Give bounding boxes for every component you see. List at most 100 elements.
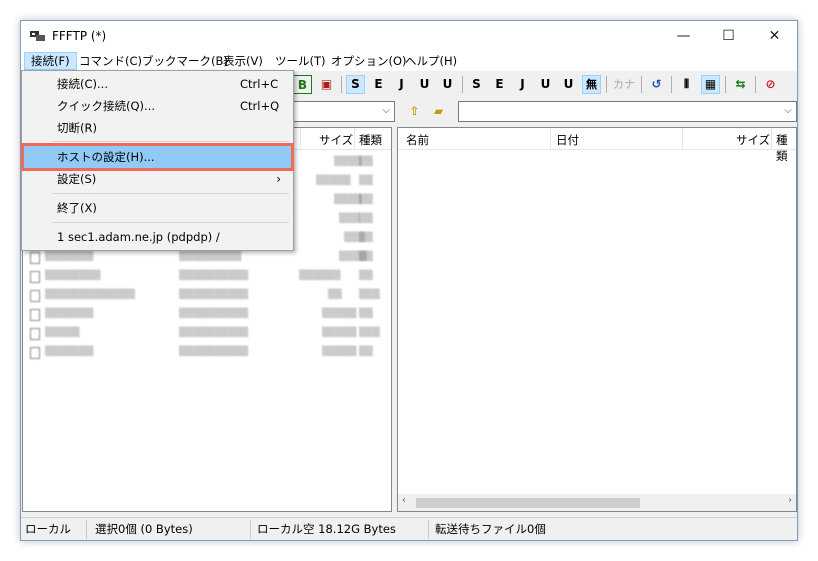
- menu-separator: [52, 141, 289, 142]
- file-icon: [30, 347, 40, 359]
- minimize-icon: —: [676, 28, 691, 44]
- status-bar: ローカル 選択0個 (0 Bytes) ローカル空 18.12G Bytes 転…: [21, 517, 797, 540]
- toolbar-separator: [606, 76, 607, 93]
- remote-jis-icon[interactable]: J: [513, 75, 532, 94]
- no-conversion-icon[interactable]: 無: [582, 75, 601, 94]
- remote-horizontal-scrollbar[interactable]: ‹ ›: [398, 494, 796, 511]
- menu-item-connect[interactable]: 接続(C)... Ctrl+C: [24, 73, 291, 95]
- remote-col-date[interactable]: 日付: [556, 132, 579, 148]
- column-divider: [354, 128, 355, 150]
- remote-utf8-bom-icon[interactable]: U: [559, 75, 578, 94]
- menu-item-recent-host[interactable]: 1 sec1.adam.ne.jp (pdpdp) /: [24, 226, 291, 248]
- detail-view-icon[interactable]: ▦: [701, 75, 720, 94]
- menu-item-settings[interactable]: 設定(S) ›: [24, 168, 291, 190]
- column-divider: [771, 128, 772, 150]
- menu-item-label: 終了(X): [57, 201, 97, 215]
- window-title: FFFTP (*): [52, 29, 107, 43]
- file-icon: [30, 271, 40, 283]
- utf8-bom-icon[interactable]: U: [438, 75, 457, 94]
- column-divider: [550, 128, 551, 150]
- local-col-type[interactable]: 種類: [359, 132, 382, 148]
- file-icon: [30, 252, 40, 264]
- ffftp-app-icon: [30, 31, 45, 41]
- connect-dropdown-menu: 接続(C)... Ctrl+C クイック接続(Q)... Ctrl+Q 切断(R…: [21, 70, 294, 251]
- binary-mode-icon[interactable]: B: [293, 75, 312, 94]
- maximize-icon: ☐: [722, 28, 735, 44]
- remote-column-header: 名前 日付 サイズ 種類: [398, 128, 796, 163]
- remote-col-size[interactable]: サイズ: [736, 132, 770, 148]
- scroll-left-icon[interactable]: ‹: [402, 495, 406, 506]
- menu-item-disconnect[interactable]: 切断(R): [24, 117, 291, 139]
- chevron-down-icon: ⌵: [784, 105, 792, 116]
- menu-item-quick-connect[interactable]: クイック接続(Q)... Ctrl+Q: [24, 95, 291, 117]
- menu-tool[interactable]: ツール(T): [269, 52, 332, 70]
- table-row[interactable]: ▒▒▒▒▒▒▒▒ ▒▒▒▒▒▒▒▒▒▒ ▒▒▒▒▒▒ ▒▒: [23, 268, 391, 287]
- close-icon: ✕: [768, 28, 781, 44]
- status-selection: 選択0個 (0 Bytes): [91, 520, 251, 539]
- menu-item-label: ホストの設定(H)...: [57, 150, 155, 164]
- chevron-down-icon: ⌵: [382, 105, 390, 116]
- status-location: ローカル: [21, 520, 87, 539]
- euc-icon[interactable]: E: [369, 75, 388, 94]
- toolbar-separator: [462, 76, 463, 93]
- remote-col-name[interactable]: 名前: [406, 132, 429, 148]
- local-col-size[interactable]: サイズ: [319, 132, 353, 148]
- remote-utf8-icon[interactable]: U: [536, 75, 555, 94]
- scrollbar-thumb[interactable]: [416, 498, 640, 508]
- maximize-button[interactable]: ☐: [706, 21, 751, 51]
- column-divider: [682, 128, 683, 150]
- folder-up-icon[interactable]: ⇧: [405, 102, 424, 121]
- sjis-icon[interactable]: S: [346, 75, 365, 94]
- kana-icon[interactable]: カナ: [612, 75, 636, 94]
- remote-sjis-icon[interactable]: S: [467, 75, 486, 94]
- table-row[interactable]: ▒▒▒▒▒ ▒▒▒▒▒▒▒▒▒▒ ▒▒▒▒▒ ▒▒▒: [23, 325, 391, 344]
- stop-icon[interactable]: ⊘: [761, 75, 780, 94]
- local-path-combo[interactable]: ⌵: [291, 101, 395, 122]
- menu-item-host-settings[interactable]: ホストの設定(H)...: [21, 143, 294, 171]
- menu-item-shortcut: Ctrl+C: [240, 77, 279, 91]
- remote-col-type[interactable]: 種類: [776, 132, 796, 164]
- table-row[interactable]: ▒▒▒▒▒▒▒ ▒▒▒▒▒▒▒▒▒▒ ▒▒▒▒▒ ▒▒: [23, 344, 391, 363]
- menu-item-label: 1 sec1.adam.ne.jp (pdpdp) /: [57, 230, 220, 244]
- toolbar-separator: [641, 76, 642, 93]
- status-queue: 転送待ちファイル0個: [435, 522, 546, 536]
- menu-item-label: 設定(S): [57, 172, 97, 186]
- menu-separator: [52, 222, 289, 223]
- table-row[interactable]: ▒▒▒▒▒▒▒ ▒▒▒▒▒▒▒▒▒▒ ▒▒▒▒▒ ▒▒: [23, 306, 391, 325]
- toolbar-separator: [671, 76, 672, 93]
- menu-bar: 接続(F) コマンド(C) ブックマーク(B) 表示(V) ツール(T) オプシ…: [21, 51, 797, 71]
- folder-open-icon[interactable]: ▰: [429, 102, 448, 121]
- jis-icon[interactable]: J: [392, 75, 411, 94]
- menu-item-label: 接続(C)...: [57, 77, 108, 91]
- file-icon: [30, 328, 40, 340]
- menu-item-shortcut: Ctrl+Q: [240, 99, 280, 113]
- scroll-right-icon[interactable]: ›: [788, 495, 792, 506]
- table-row[interactable]: ▒▒▒▒▒▒▒▒▒▒▒▒▒ ▒▒▒▒▒▒▒▒▒▒ ▒▒ ▒▒▒: [23, 287, 391, 306]
- sync-icon[interactable]: ⇆: [731, 75, 750, 94]
- table-row[interactable]: ▒▒▒▒▒▒▒ ▒▒▒▒▒▒▒▒▒ ▒▒▒▒ ▒▒: [23, 249, 391, 268]
- list-view-icon[interactable]: ⦀: [677, 75, 696, 94]
- close-button[interactable]: ✕: [752, 21, 797, 51]
- minimize-button[interactable]: —: [661, 21, 706, 51]
- remote-path-combo[interactable]: ⌵: [458, 101, 797, 122]
- refresh-icon[interactable]: ↺: [647, 75, 666, 94]
- toolbar-separator: [341, 76, 342, 93]
- toolbar-separator: [755, 76, 756, 93]
- menu-help[interactable]: ヘルプ(H): [399, 52, 463, 70]
- toolbar-separator: [725, 76, 726, 93]
- menu-item-label: 切断(R): [57, 121, 97, 135]
- menu-view[interactable]: 表示(V): [217, 52, 269, 70]
- remote-file-list[interactable]: 名前 日付 サイズ 種類 ‹ ›: [397, 127, 797, 512]
- status-free-space: ローカル空 18.12G Bytes: [253, 520, 429, 539]
- file-icon: [30, 290, 40, 302]
- menu-separator: [52, 193, 289, 194]
- remote-euc-icon[interactable]: E: [490, 75, 509, 94]
- menu-item-exit[interactable]: 終了(X): [24, 197, 291, 219]
- chevron-right-icon: ›: [276, 172, 281, 186]
- menu-connect[interactable]: 接続(F): [24, 52, 77, 70]
- utf8-icon[interactable]: U: [415, 75, 434, 94]
- file-icon: [30, 309, 40, 321]
- title-bar: FFFTP (*) — ☐ ✕: [21, 21, 797, 51]
- menu-item-label: クイック接続(Q)...: [57, 99, 155, 113]
- ascii-mode-icon[interactable]: ▣: [317, 75, 336, 94]
